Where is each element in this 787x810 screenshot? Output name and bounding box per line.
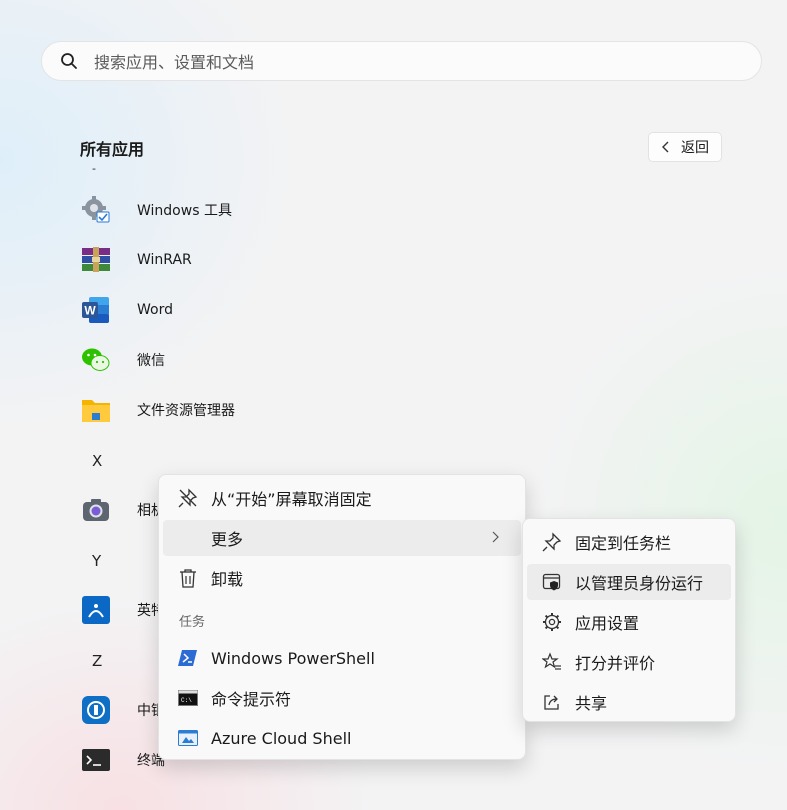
search-icon [61,53,77,69]
submenu-item-label: 以管理员身份运行 [575,574,704,593]
app-label: WinRAR [137,252,192,268]
menu-item-uninstall[interactable]: 卸载 [163,560,521,596]
unpin-icon [177,487,199,509]
pin-icon [541,531,563,553]
submenu-item-pin-to-taskbar[interactable]: 固定到任务栏 [527,524,731,560]
submenu-item-run-as-admin[interactable]: 以管理员身份运行 [527,564,731,600]
submenu-item-rate-and-review[interactable]: 打分并评价 [527,644,731,680]
app-label: 微信 [137,353,165,369]
tasks-caption: 任务 [179,615,206,630]
menu-item-unpin-from-start[interactable]: 从“开始”屏幕取消固定 [163,480,521,516]
task-item-powershell[interactable]: Windows PowerShell [163,640,521,676]
svg-text:C:\: C:\ [181,697,192,704]
menu-item-more[interactable]: 更多 [163,520,521,556]
task-item-command-prompt[interactable]: C:\ 命令提示符 [163,680,521,716]
task-item-label: Azure Cloud Shell [211,728,352,748]
chevron-right-icon [492,531,499,543]
app-item-winrar[interactable]: WinRAR [80,242,192,278]
app-item-intel[interactable]: 英特 [80,592,165,628]
task-item-label: 命令提示符 [211,690,292,709]
app-item-bank[interactable]: 中银 [80,692,165,728]
task-item-label: Windows PowerShell [211,648,375,668]
submenu-item-label: 应用设置 [575,614,640,633]
submenu-item-label: 共享 [575,694,608,713]
app-item-windows-tools[interactable]: Windows 工具 [80,192,232,228]
menu-item-label: 从“开始”屏幕取消固定 [211,490,372,509]
chevron-left-icon [662,141,669,153]
admin-shield-icon [541,571,563,593]
word-icon: W [80,294,112,326]
section-letter-y[interactable]: Y [92,552,101,570]
terminal-icon [80,744,112,776]
back-label: 返回 [681,140,709,156]
app-item-file-explorer[interactable]: 文件资源管理器 [80,392,235,428]
powershell-icon [177,647,199,669]
search-placeholder: 搜索应用、设置和文档 [94,53,255,72]
svg-text:W: W [84,304,96,318]
app-item-word[interactable]: W Word [80,292,173,328]
file-explorer-icon [80,394,112,426]
azure-cloud-shell-icon [177,727,199,749]
back-button[interactable]: 返回 [648,132,722,162]
intel-icon [80,594,112,626]
wechat-icon [80,344,112,376]
more-submenu: 固定到任务栏 以管理员身份运行 应用设置 打分并评价 共享 [522,518,736,722]
submenu-item-app-settings[interactable]: 应用设置 [527,604,731,640]
bank-icon [80,694,112,726]
context-menu: 从“开始”屏幕取消固定 更多 卸载 任务 Windows PowerShell … [158,474,526,760]
section-letter-z[interactable]: Z [92,652,102,670]
app-label: Windows 工具 [137,203,232,219]
submenu-item-label: 固定到任务栏 [575,534,672,553]
section-letter-dash: - [92,162,96,175]
submenu-item-share[interactable]: 共享 [527,684,731,720]
trash-icon [177,567,199,589]
menu-item-label: 更多 [211,530,244,549]
winrar-icon [80,244,112,276]
menu-item-label: 卸载 [211,570,244,589]
app-item-camera[interactable]: 相机 [80,492,165,528]
all-apps-title: 所有应用 [80,140,145,159]
app-label: 文件资源管理器 [137,403,235,419]
rate-star-icon [541,651,563,673]
section-letter-x[interactable]: X [92,452,102,470]
app-item-wechat[interactable]: 微信 [80,342,165,378]
search-input[interactable]: 搜索应用、设置和文档 [41,41,762,81]
app-item-terminal[interactable]: 终端 [80,742,165,778]
camera-icon [80,494,112,526]
share-icon [541,691,563,713]
submenu-item-label: 打分并评价 [575,654,656,673]
cmd-icon: C:\ [177,687,199,709]
task-item-azure-cloud-shell[interactable]: Azure Cloud Shell [163,720,521,756]
gear-icon [541,611,563,633]
app-label: Word [137,302,173,318]
windows-tools-icon [80,194,112,226]
